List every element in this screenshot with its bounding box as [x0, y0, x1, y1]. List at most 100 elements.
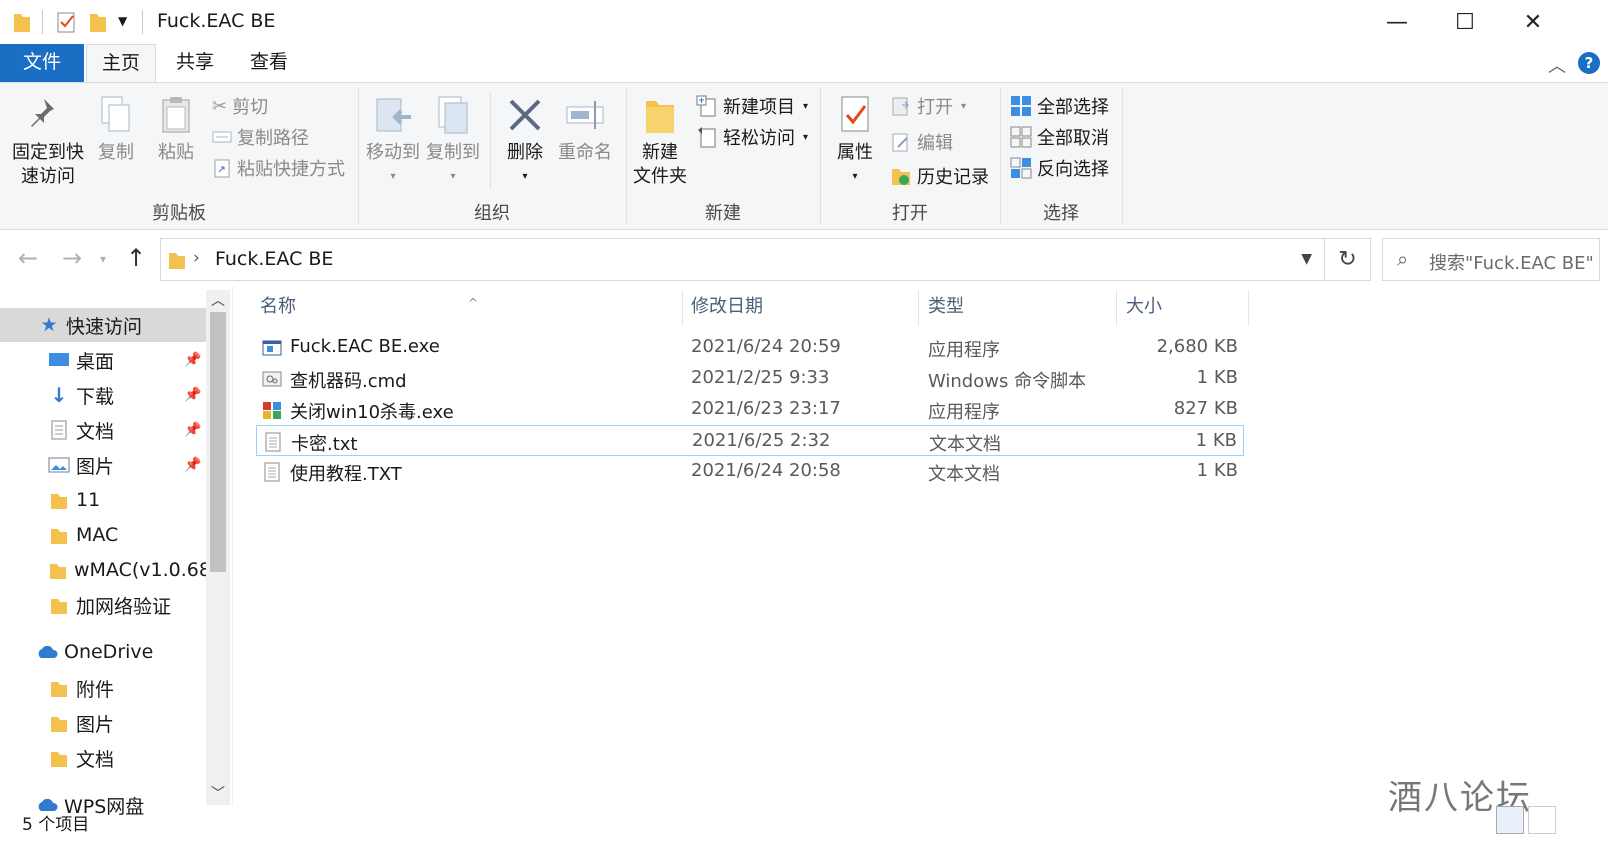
copy-button[interactable]: 复制 [92, 95, 140, 165]
nav-label: 文档 [76, 748, 115, 771]
paste-shortcut-icon [214, 159, 230, 178]
large-icons-view-icon[interactable] [1528, 806, 1556, 834]
nav-item-folder-wmac[interactable]: wMAC(v1.0.68) [0, 553, 218, 587]
history-button[interactable]: 历史记录 [890, 163, 989, 189]
move-to-button[interactable]: 移动到 ▾ [364, 95, 422, 189]
paste-icon [162, 97, 190, 133]
file-list: 名称 ^ 修改日期 类型 大小 Fuck.EAC BE.exe 2021/6/2… [240, 286, 1570, 806]
desktop-icon [48, 350, 70, 370]
tab-view[interactable]: 查看 [236, 44, 302, 82]
nav-item-pictures[interactable]: 图片 📌 [0, 448, 206, 482]
nav-item-desktop[interactable]: 桌面 📌 [0, 343, 206, 377]
column-divider[interactable] [1248, 290, 1249, 326]
new-folder-icon[interactable] [88, 10, 108, 34]
pin-to-quick-access-button[interactable]: 固定到快 速访问 [8, 95, 88, 189]
properties-check-icon[interactable] [56, 10, 78, 34]
column-header-type[interactable]: 类型 [918, 290, 1116, 324]
nav-label: 快速访问 [66, 315, 143, 338]
cmd-icon [262, 371, 282, 387]
table-row[interactable]: Fuck.EAC BE.exe 2021/6/24 20:59 应用程序 2,6… [256, 332, 1244, 363]
copy-path-button[interactable]: 复制路径 [212, 124, 309, 150]
file-size: 1 KB [1196, 367, 1238, 388]
rename-label: 重命名 [558, 142, 612, 163]
nav-item-onedrive-documents[interactable]: 文档 [0, 741, 206, 775]
easy-access-button[interactable]: 轻松访问 ▾ [696, 124, 808, 150]
column-header-date[interactable]: 修改日期 [681, 290, 918, 324]
pin-icon[interactable]: 📌 [184, 352, 201, 368]
nav-item-documents[interactable]: 文档 📌 [0, 413, 206, 447]
copy-to-button[interactable]: 复制到 ▾ [424, 95, 482, 189]
new-folder-label-1: 新建 [642, 142, 678, 163]
help-icon[interactable]: ? [1578, 52, 1600, 74]
new-item-button[interactable]: 新建项目 ▾ [696, 93, 808, 119]
file-name: 查机器码.cmd [290, 371, 407, 392]
collapse-ribbon-icon[interactable]: ︿ [1548, 52, 1566, 78]
up-arrow-icon[interactable]: ↑ [126, 244, 146, 272]
nav-scrollbar[interactable]: ︿ ﹀ [206, 290, 230, 805]
select-all-button[interactable]: 全部选择 [1010, 93, 1109, 119]
delete-button[interactable]: 删除 ▾ [500, 95, 550, 189]
properties-button[interactable]: 属性 ▾ [830, 95, 880, 189]
paste-button[interactable]: 粘贴 [152, 95, 200, 165]
table-row[interactable]: 卡密.txt 2021/6/25 2:32 文本文档 1 KB [256, 425, 1244, 456]
breadcrumb-chevron-icon[interactable]: › [193, 248, 200, 268]
nav-item-downloads[interactable]: ↓ 下载 📌 [0, 378, 206, 412]
back-arrow-icon[interactable]: ← [18, 244, 38, 272]
maximize-button[interactable]: ☐ [1431, 0, 1499, 44]
nav-item-folder-mac[interactable]: MAC [0, 518, 206, 552]
open-button[interactable]: 打开 ▾ [890, 93, 966, 119]
new-folder-button[interactable]: 新建 文件夹 [630, 95, 690, 189]
search-input[interactable]: ⌕ 搜索"Fuck.EAC BE" [1382, 238, 1600, 281]
cut-label: 剪切 [232, 97, 269, 118]
rename-button[interactable]: 重命名 [556, 95, 614, 165]
close-button[interactable]: ✕ [1499, 0, 1567, 44]
select-none-button[interactable]: 全部取消 [1010, 124, 1109, 150]
breadcrumb[interactable]: Fuck.EAC BE [215, 248, 333, 270]
file-type: 应用程序 [928, 402, 1000, 423]
forward-arrow-icon[interactable]: → [62, 244, 82, 272]
scroll-down-icon[interactable]: ﹀ [206, 783, 230, 805]
tab-file[interactable]: 文件 [0, 44, 84, 82]
table-row[interactable]: 关闭win10杀毒.exe 2021/6/23 23:17 应用程序 827 K… [256, 394, 1244, 425]
pin-label-1: 固定到快 [12, 142, 84, 163]
invert-selection-button[interactable]: 反向选择 [1010, 155, 1109, 181]
pin-icon[interactable]: 📌 [184, 422, 201, 438]
pin-icon[interactable]: 📌 [184, 387, 201, 403]
details-view-icon[interactable] [1496, 806, 1524, 834]
table-row[interactable]: 查机器码.cmd 2021/2/25 9:33 Windows 命令脚本 1 K… [256, 363, 1244, 394]
file-type: Windows 命令脚本 [928, 371, 1087, 392]
txt-icon [265, 432, 281, 452]
easy-access-label: 轻松访问 [723, 128, 795, 149]
scroll-up-icon[interactable]: ︿ [206, 290, 230, 312]
move-to-label: 移动到 [366, 142, 420, 163]
edit-button[interactable]: 编辑 [890, 129, 953, 155]
table-row[interactable]: 使用教程.TXT 2021/6/24 20:58 文本文档 1 KB [256, 456, 1244, 487]
group-divider [1122, 87, 1123, 225]
pin-icon[interactable]: 📌 [184, 457, 201, 473]
copy-to-icon [438, 96, 468, 134]
recent-locations-chevron-icon[interactable]: ▾ [100, 252, 106, 266]
refresh-button[interactable]: ↻ [1325, 238, 1371, 281]
nav-onedrive[interactable]: OneDrive [0, 635, 206, 669]
column-header-name[interactable]: 名称 ^ [250, 290, 682, 324]
tab-home[interactable]: 主页 [86, 44, 156, 83]
nav-item-folder-11[interactable]: 11 [0, 483, 206, 517]
minimize-button[interactable]: — [1363, 0, 1431, 44]
nav-quick-access[interactable]: ★ 快速访问 [0, 308, 206, 342]
nav-item-folder-network[interactable]: 加网络验证 [0, 588, 206, 622]
nav-item-attachments[interactable]: 附件 [0, 671, 206, 705]
nav-item-onedrive-pictures[interactable]: 图片 [0, 706, 206, 740]
picture-icon [48, 455, 70, 475]
quick-access-dropdown-icon[interactable]: ▼ [118, 14, 127, 38]
folder-icon [48, 525, 70, 545]
ribbon-tabs: 文件 主页 共享 查看 ︿ ? [0, 44, 1608, 83]
scrollbar-thumb[interactable] [210, 312, 226, 572]
paste-shortcut-button[interactable]: 粘贴快捷方式 [212, 155, 345, 181]
address-dropdown-icon[interactable]: ▼ [1301, 251, 1312, 267]
folder-icon [48, 490, 70, 510]
nav-label: 下载 [76, 385, 115, 408]
column-header-size[interactable]: 大小 [1116, 290, 1246, 324]
cut-button[interactable]: ✂ 剪切 [212, 93, 268, 119]
address-bar[interactable]: › Fuck.EAC BE ▼ [160, 238, 1325, 281]
tab-share[interactable]: 共享 [162, 44, 228, 82]
